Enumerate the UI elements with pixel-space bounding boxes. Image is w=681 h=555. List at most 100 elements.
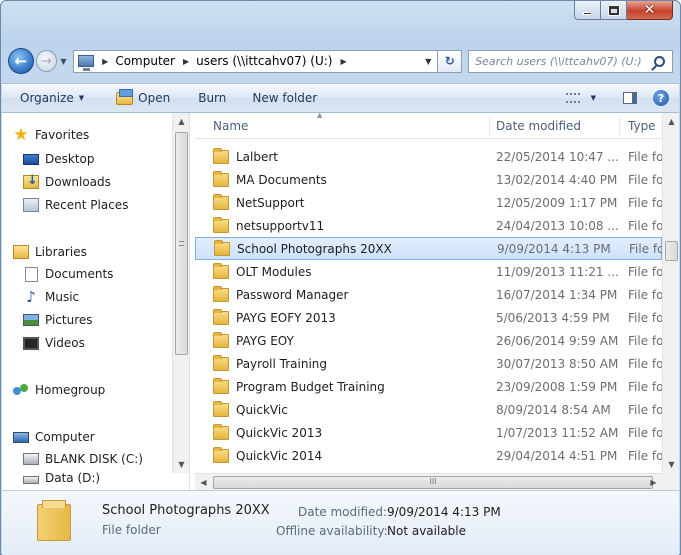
table-row[interactable]: Program Budget Training 23/09/2008 1:59 P… bbox=[195, 375, 666, 398]
date-modified-cell: 8/09/2014 8:54 AM bbox=[496, 402, 611, 417]
back-button[interactable]: ← bbox=[8, 48, 34, 74]
nav-computer[interactable]: Computer bbox=[13, 426, 95, 448]
refresh-button[interactable]: ↻ bbox=[438, 49, 463, 73]
recent-pages-dropdown[interactable]: ▼ bbox=[60, 57, 70, 66]
column-date-header[interactable]: Date modified bbox=[496, 119, 581, 133]
forward-button[interactable]: → bbox=[35, 50, 58, 72]
scroll-left-arrow-icon[interactable]: ◀ bbox=[195, 474, 212, 491]
type-cell: File folder bbox=[628, 172, 666, 187]
change-view-button[interactable]: ▼ bbox=[557, 93, 605, 103]
table-row[interactable]: NetSupport 12/05/2009 1:17 PM File folder bbox=[195, 191, 666, 214]
scroll-up-arrow-icon[interactable]: ▲ bbox=[663, 113, 680, 130]
search-placeholder: Search users (\\ittcahv07) (U:) bbox=[475, 54, 642, 68]
table-row[interactable]: netsupportv11 24/04/2013 10:08 ... File fo… bbox=[195, 214, 666, 237]
nav-recent-places[interactable]: Recent Places bbox=[23, 194, 128, 216]
nav-blank-disk[interactable]: BLANK DISK (C:) bbox=[23, 448, 143, 470]
column-divider[interactable] bbox=[619, 115, 620, 137]
table-row-selected[interactable]: School Photographs 20XX 9/09/2014 4:13 PM… bbox=[195, 237, 667, 260]
file-name-cell: netsupportv11 bbox=[236, 218, 325, 233]
horizontal-scroll-thumb[interactable]: III bbox=[213, 476, 653, 489]
table-row[interactable]: Password Manager 16/07/2014 1:34 PM File f… bbox=[195, 283, 666, 306]
details-offline-label: Offline availability: bbox=[276, 524, 388, 538]
column-name-header[interactable]: Name bbox=[213, 119, 248, 133]
nav-downloads[interactable]: Downloads bbox=[23, 171, 111, 193]
table-row[interactable]: QuickVic 2013 1/07/2013 11:52 AM File fold… bbox=[195, 421, 666, 444]
breadcrumb-separator[interactable]: ▶ bbox=[183, 57, 189, 66]
burn-button[interactable]: Burn bbox=[189, 91, 235, 105]
column-type-header[interactable]: Type bbox=[628, 119, 656, 133]
homegroup-icon bbox=[13, 383, 29, 397]
address-history-dropdown[interactable]: ▼ bbox=[419, 57, 437, 66]
breadcrumb-separator[interactable]: ▶ bbox=[102, 57, 108, 66]
file-list-horizontal-scrollbar[interactable]: ◀ III ▶ bbox=[195, 473, 662, 490]
date-modified-cell: 16/07/2014 1:34 PM bbox=[496, 287, 618, 302]
burn-label: Burn bbox=[198, 91, 227, 105]
breadcrumb-users-drive[interactable]: users (\\ittcahv07) (U:) bbox=[196, 54, 332, 68]
details-date-value: 9/09/2014 4:13 PM bbox=[387, 505, 501, 519]
breadcrumb-separator[interactable]: ▶ bbox=[341, 57, 347, 66]
nav-homegroup[interactable]: Homegroup bbox=[13, 379, 105, 401]
type-cell: File folder bbox=[628, 287, 666, 302]
folder-icon bbox=[213, 170, 229, 187]
nav-favorites-label: Favorites bbox=[35, 128, 90, 142]
maximize-button[interactable] bbox=[601, 1, 627, 20]
table-row[interactable]: MA Documents 13/02/2014 4:40 PM File folde… bbox=[195, 168, 666, 191]
type-cell: File folder bbox=[628, 379, 666, 394]
preview-pane-button[interactable] bbox=[623, 92, 637, 104]
nav-data-drive-label: Data (D:) bbox=[45, 471, 101, 485]
table-row[interactable]: Payroll Training 30/07/2013 8:50 AM File f… bbox=[195, 352, 666, 375]
table-row[interactable]: QuickVic 8/09/2014 8:54 AM File folder bbox=[195, 398, 666, 421]
nav-desktop[interactable]: Desktop bbox=[23, 148, 95, 170]
nav-documents[interactable]: Documents bbox=[23, 263, 113, 285]
nav-libraries[interactable]: Libraries bbox=[13, 241, 87, 263]
scroll-up-arrow-icon[interactable]: ▲ bbox=[173, 113, 190, 130]
date-modified-cell: 9/09/2014 4:13 PM bbox=[497, 241, 611, 256]
date-modified-cell: 30/07/2013 8:50 AM bbox=[496, 356, 619, 371]
open-folder-icon bbox=[116, 88, 134, 105]
folder-icon bbox=[213, 354, 229, 371]
folder-icon bbox=[213, 193, 229, 210]
breadcrumb-computer[interactable]: Computer bbox=[115, 54, 175, 68]
address-bar[interactable]: ▶ Computer ▶ users (\\ittcahv07) (U:) ▶ … bbox=[73, 49, 439, 73]
search-icon[interactable] bbox=[653, 55, 665, 67]
table-row[interactable]: OLT Modules 11/09/2013 11:21 ... File fold… bbox=[195, 260, 666, 283]
search-input[interactable]: Search users (\\ittcahv07) (U:) bbox=[468, 49, 673, 73]
table-row[interactable]: PAYG EOY 26/06/2014 9:59 AM File folder bbox=[195, 329, 666, 352]
nav-pane-scrollbar[interactable]: ▲ ▼ bbox=[172, 113, 189, 473]
organize-label: Organize bbox=[20, 91, 74, 105]
open-button[interactable]: Open bbox=[107, 88, 179, 105]
nav-favorites[interactable]: ★ Favorites bbox=[13, 124, 89, 146]
scroll-right-arrow-icon[interactable]: ▶ bbox=[645, 474, 662, 491]
nav-videos[interactable]: Videos bbox=[23, 332, 85, 354]
date-modified-cell: 29/04/2014 4:51 PM bbox=[496, 448, 618, 463]
table-row[interactable]: PAYG EOFY 2013 5/06/2013 4:59 PM File fold… bbox=[195, 306, 666, 329]
details-item-type: File folder bbox=[102, 523, 161, 537]
nav-data-drive[interactable]: Data (D:) bbox=[23, 469, 100, 487]
folder-icon bbox=[213, 423, 229, 440]
sort-ascending-icon: ▲ bbox=[317, 111, 323, 119]
scroll-down-arrow-icon[interactable]: ▼ bbox=[173, 456, 190, 473]
minimize-button[interactable] bbox=[574, 1, 601, 20]
command-bar: Organize ▼ Open Burn New folder ▼ ? bbox=[2, 83, 679, 113]
file-list-vertical-scrollbar[interactable]: ▲ ▼ bbox=[662, 113, 679, 473]
details-pane: School Photographs 20XX File folder Date… bbox=[2, 490, 679, 555]
type-cell: File folder bbox=[628, 356, 666, 371]
date-modified-cell: 1/07/2013 11:52 AM bbox=[496, 425, 619, 440]
new-folder-button[interactable]: New folder bbox=[243, 91, 326, 105]
help-icon[interactable]: ? bbox=[653, 90, 669, 106]
close-button[interactable]: ✕ bbox=[627, 1, 673, 20]
column-divider[interactable] bbox=[489, 115, 490, 137]
file-list-scroll-thumb[interactable] bbox=[665, 241, 678, 261]
scroll-down-arrow-icon[interactable]: ▼ bbox=[663, 456, 680, 473]
file-name-cell: QuickVic 2014 bbox=[236, 448, 323, 463]
table-row[interactable]: QuickVic 2014 29/04/2014 4:51 PM File fold… bbox=[195, 444, 666, 467]
command-bar-right: ▼ ? bbox=[557, 90, 679, 106]
drive-icon bbox=[23, 453, 39, 465]
folder-icon bbox=[37, 500, 71, 541]
nav-pane-scroll-thumb[interactable] bbox=[175, 132, 188, 355]
nav-music[interactable]: ♪ Music bbox=[23, 286, 79, 308]
nav-pictures[interactable]: Pictures bbox=[23, 309, 93, 331]
table-row[interactable]: Lalbert 22/05/2014 10:47 ... File folder bbox=[195, 145, 666, 168]
organize-menu[interactable]: Organize ▼ bbox=[11, 91, 93, 105]
explorer-window: ✕ ← → ▼ ▶ Computer ▶ users (\\ittcahv07)… bbox=[0, 0, 681, 555]
